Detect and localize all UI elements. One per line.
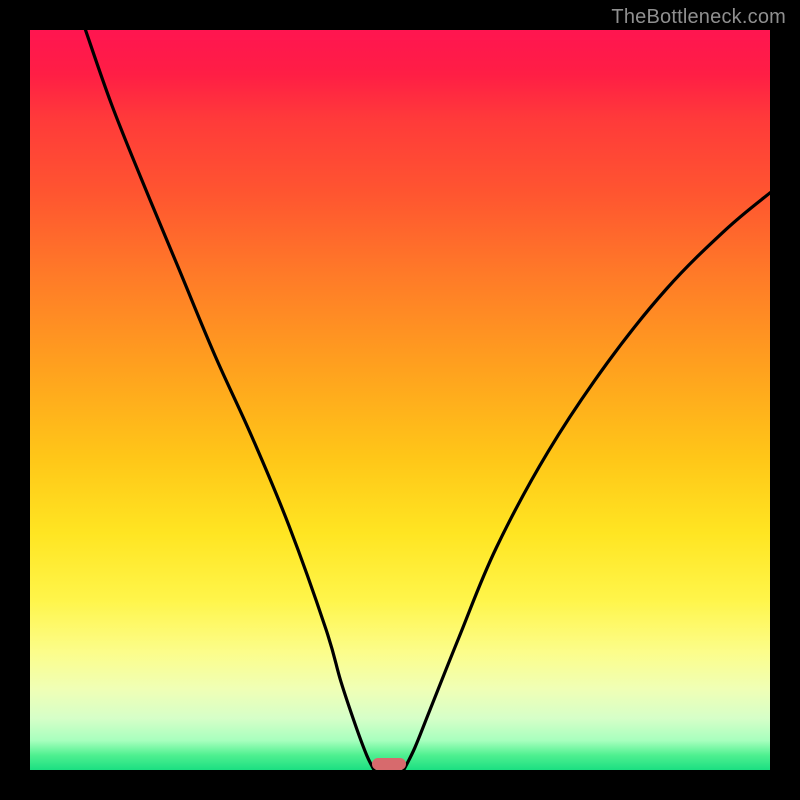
chart-frame: TheBottleneck.com	[0, 0, 800, 800]
watermark-text: TheBottleneck.com	[611, 6, 786, 29]
chart-curves	[30, 30, 770, 770]
bottleneck-marker	[372, 758, 405, 770]
left-curve	[86, 30, 375, 770]
right-curve	[404, 193, 770, 770]
chart-plot-area	[30, 30, 770, 770]
